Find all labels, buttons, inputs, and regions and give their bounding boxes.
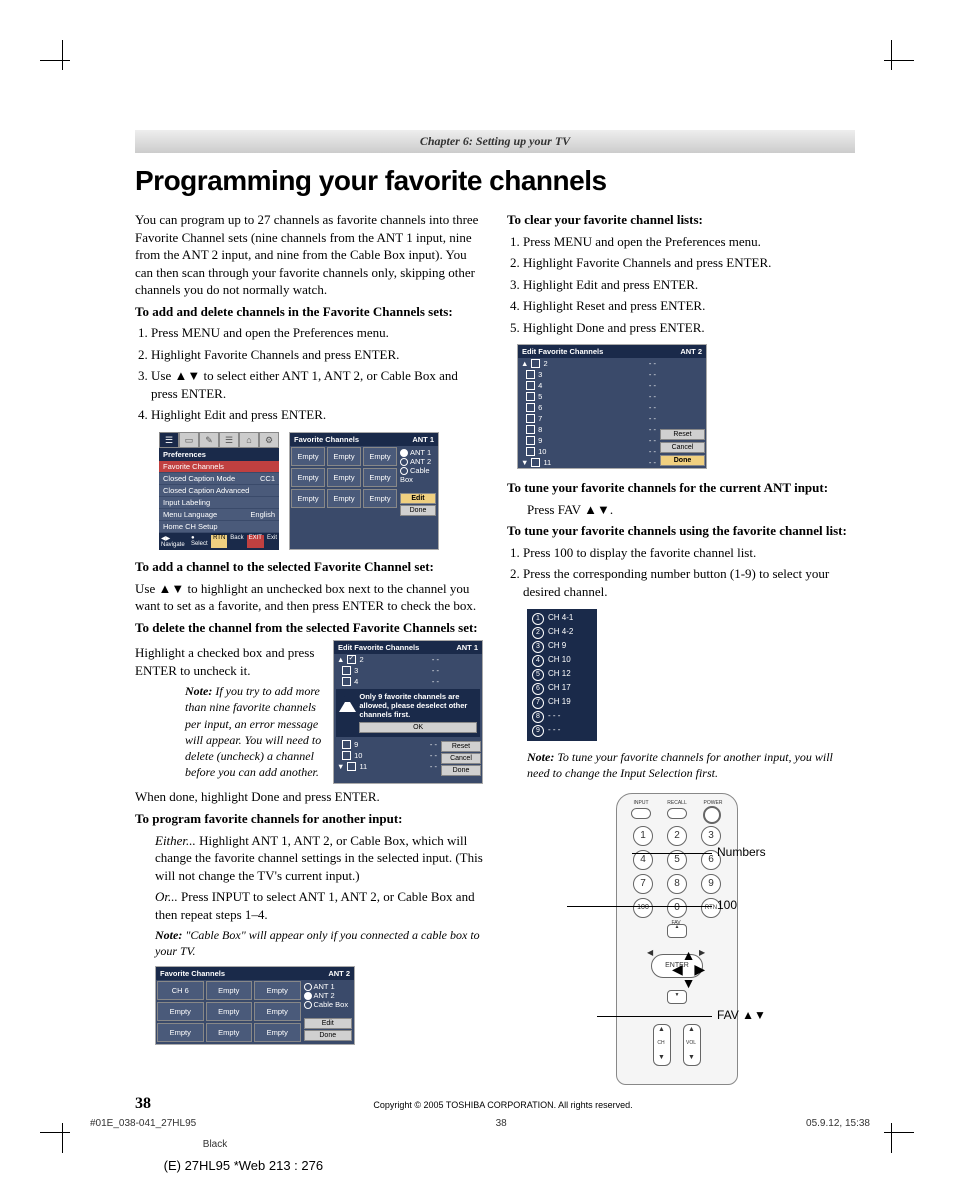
callout-numbers: Numbers xyxy=(717,845,766,859)
footer-black: Black xyxy=(203,1139,227,1150)
callout-100: 100 xyxy=(717,898,737,912)
heading-delete-channel: To delete the channel from the selected … xyxy=(135,619,483,637)
footer-web: (E) 27HL95 *Web 213 : 276 xyxy=(164,1158,323,1173)
step-a2: Highlight Favorite Channels and press EN… xyxy=(151,346,483,364)
step-c4: Highlight Reset and press ENTER. xyxy=(523,297,855,315)
step-c1: Press MENU and open the Preferences menu… xyxy=(523,233,855,251)
heading-clear: To clear your favorite channel lists: xyxy=(507,211,855,229)
heading-add-channel: To add a channel to the selected Favorit… xyxy=(135,558,483,576)
p-or: Or... Press INPUT to select ANT 1, ANT 2… xyxy=(155,888,483,923)
step-c3: Highlight Edit and press ENTER. xyxy=(523,276,855,294)
footer-file: #01E_038-041_27HL95 xyxy=(90,1118,196,1129)
footer-pg: 38 xyxy=(496,1118,507,1129)
step-a4: Highlight Edit and press ENTER. xyxy=(151,406,483,424)
p-delete: Highlight a checked box and press ENTER … xyxy=(135,644,325,679)
note-3: Note: To tune your favorite channels for… xyxy=(527,749,855,781)
p-either: Either... Highlight ANT 1, ANT 2, or Cab… xyxy=(155,832,483,885)
heading-add-delete: To add and delete channels in the Favori… xyxy=(135,303,483,321)
note-1: Note: If you try to add more than nine f… xyxy=(185,683,325,780)
step-a3: Use ▲▼ to select either ANT 1, ANT 2, or… xyxy=(151,367,483,402)
footer-date: 05.9.12, 15:38 xyxy=(806,1118,870,1129)
chapter-header: Chapter 6: Setting up your TV xyxy=(135,130,855,153)
step-t2: Press the corresponding number button (1… xyxy=(523,565,855,600)
heading-program-another: To program favorite channels for another… xyxy=(135,810,483,828)
heading-tune-list: To tune your favorite channels using the… xyxy=(507,522,855,540)
warning-icon xyxy=(339,692,356,712)
step-c2: Highlight Favorite Channels and press EN… xyxy=(523,254,855,272)
remote-control-diagram: INPUT RECALL POWER 1 2 3 4 5 6 7 8 xyxy=(616,793,738,1085)
p-done: When done, highlight Done and press ENTE… xyxy=(135,788,483,806)
step-t1: Press 100 to display the favorite channe… xyxy=(523,544,855,562)
intro-text: You can program up to 27 channels as fav… xyxy=(135,211,483,299)
page-number: 38 xyxy=(135,1095,151,1113)
step-c5: Highlight Done and press ENTER. xyxy=(523,319,855,337)
osd-favorite-channels-ant1: Favorite ChannelsANT 1 EmptyEmptyEmpty E… xyxy=(289,432,439,550)
callout-fav: FAV ▲▼ xyxy=(717,1008,766,1022)
step-a1: Press MENU and open the Preferences menu… xyxy=(151,324,483,342)
copyright: Copyright © 2005 TOSHIBA CORPORATION. Al… xyxy=(151,1100,855,1110)
p-tune-current: Press FAV ▲▼. xyxy=(527,501,855,519)
p-add: Use ▲▼ to highlight an unchecked box nex… xyxy=(135,580,483,615)
osd-edit-favorite-ant1: Edit Favorite ChannelsANT 1 ▲2- - 3- - 4… xyxy=(333,640,483,784)
page-title: Programming your favorite channels xyxy=(135,165,855,197)
osd-favorite-list: 1CH 4-1 2CH 4-2 3CH 9 4CH 10 5CH 12 6CH … xyxy=(527,609,597,741)
up-down-arrow-icon: ▲▼ xyxy=(174,368,200,383)
osd-favorite-channels-ant2: Favorite ChannelsANT 2 CH 6EmptyEmpty Em… xyxy=(155,966,355,1045)
heading-tune-current: To tune your favorite channels for the c… xyxy=(507,479,855,497)
osd-preferences: ☰▭✎☰⌂⚙ Preferences Favorite Channels Clo… xyxy=(159,432,279,550)
note-2: Note: "Cable Box" will appear only if yo… xyxy=(155,927,483,959)
osd-edit-favorite-ant2: Edit Favorite ChannelsANT 2 ▲2- - 3- - 4… xyxy=(517,344,707,469)
